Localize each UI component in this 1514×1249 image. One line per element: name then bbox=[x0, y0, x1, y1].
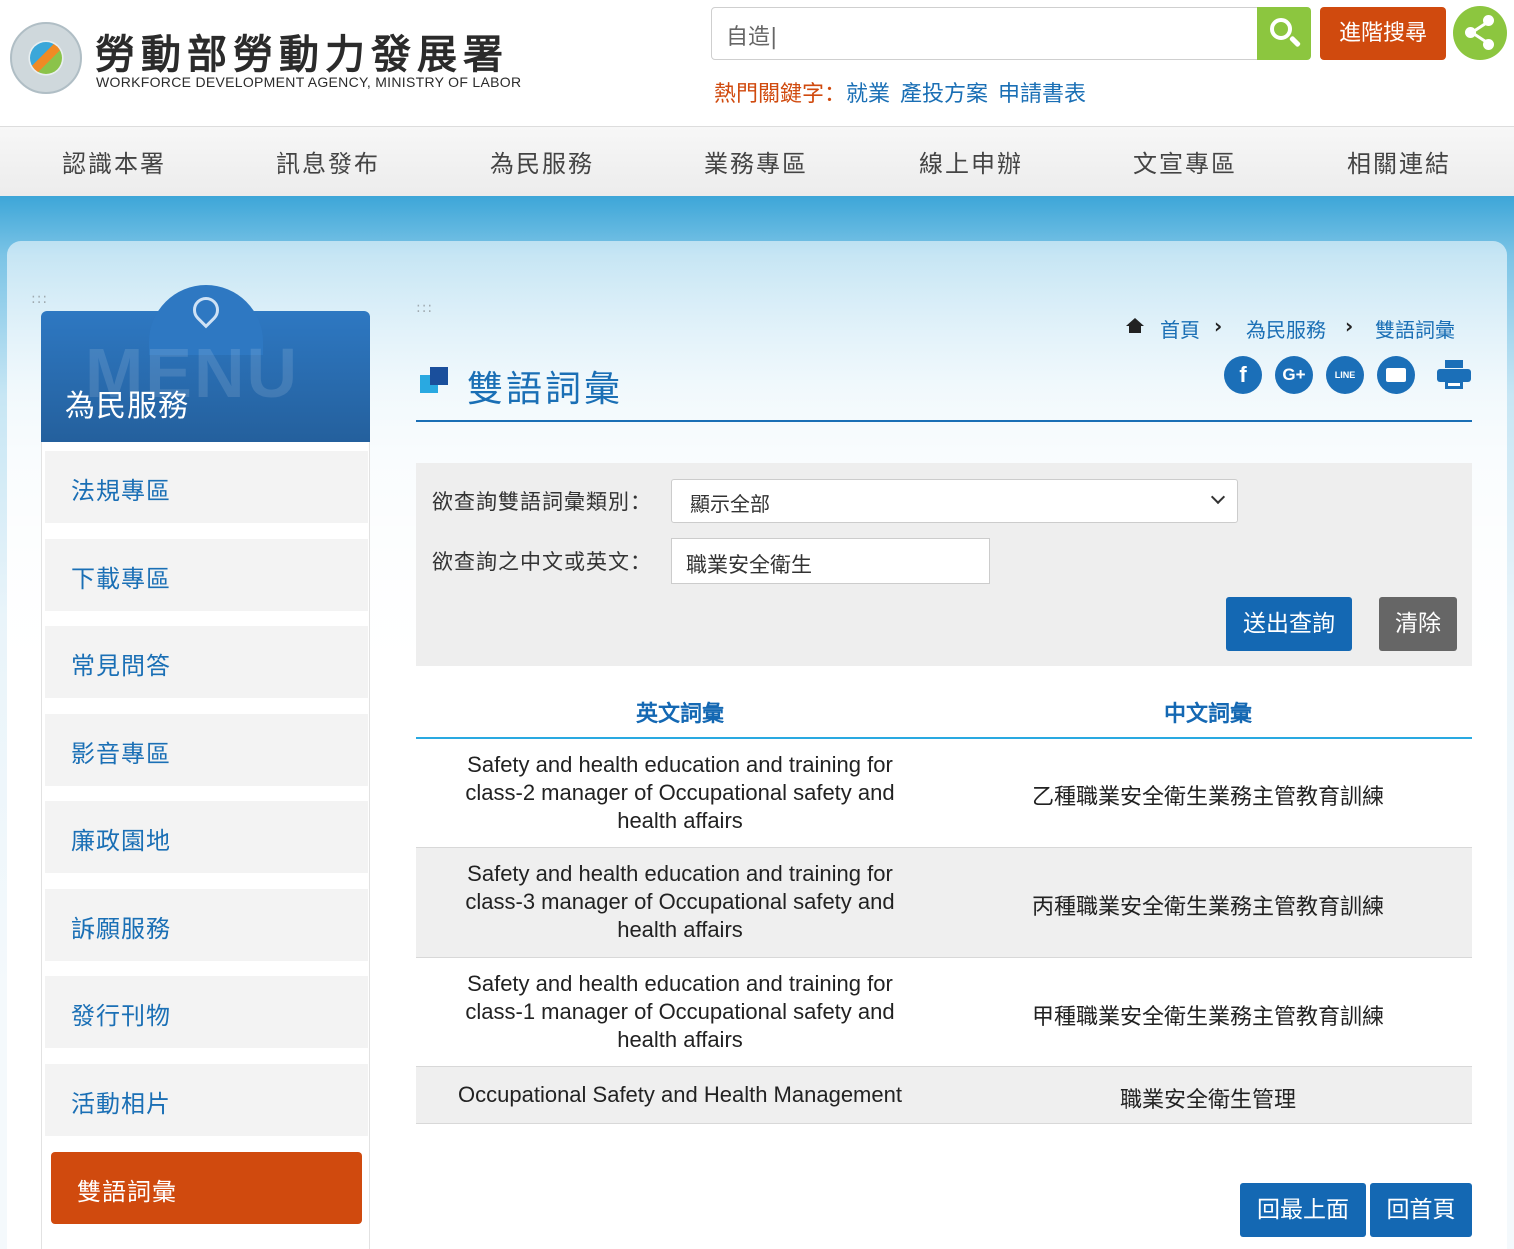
sidebar-item-media[interactable]: 影音專區 bbox=[45, 714, 368, 786]
clear-button[interactable]: 清除 bbox=[1379, 597, 1457, 651]
sidebar-title: 為民服務 bbox=[65, 389, 189, 424]
hot-keywords: 熱門關鍵字：就業 產投方案 申請書表 bbox=[714, 76, 1086, 108]
line-share-button[interactable]: LINE bbox=[1326, 356, 1364, 394]
email-share-button[interactable] bbox=[1377, 356, 1415, 394]
site-header: 勞動部勞動力發展署 WORKFORCE DEVELOPMENT AGENCY, … bbox=[0, 0, 1514, 126]
back-to-top-button[interactable]: 回最上面 bbox=[1240, 1183, 1366, 1237]
english-term-line: Safety and health education and training… bbox=[467, 861, 893, 886]
english-term-line: health affairs bbox=[617, 917, 743, 942]
sidebar-header: MENU 為民服務 bbox=[41, 285, 370, 442]
chevron-down-icon bbox=[1210, 489, 1226, 505]
envelope-icon bbox=[1386, 368, 1406, 382]
breadcrumb-current[interactable]: 雙語詞彙 bbox=[1375, 314, 1455, 343]
breadcrumb-separator: › bbox=[1214, 314, 1223, 338]
nav-item-links[interactable]: 相關連結 bbox=[1347, 144, 1451, 179]
nav-item-online-apply[interactable]: 線上申辦 bbox=[919, 144, 1023, 179]
category-label: 欲查詢雙語詞彙類別： bbox=[432, 490, 652, 514]
english-term-line: class-3 manager of Occupational safety a… bbox=[465, 889, 895, 914]
english-term-line: health affairs bbox=[617, 1027, 743, 1052]
sidebar-item-photos[interactable]: 活動相片 bbox=[45, 1064, 368, 1136]
english-term: Safety and health education and training… bbox=[416, 970, 944, 1054]
category-select[interactable]: 顯示全部 bbox=[671, 479, 1238, 523]
english-term-line: class-2 manager of Occupational safety a… bbox=[465, 780, 895, 805]
search-input[interactable]: 自造| bbox=[711, 7, 1259, 60]
breadcrumb-services[interactable]: 為民服務 bbox=[1246, 314, 1326, 343]
site-title[interactable]: 勞動部勞動力發展署 bbox=[95, 22, 509, 80]
chinese-term: 丙種職業安全衛生業務主管教育訓練 bbox=[1031, 895, 1384, 920]
table-row: Safety and health education and training… bbox=[416, 739, 1472, 848]
sidebar-menu: 法規專區 下載專區 常見問答 影音專區 廉政園地 訴願服務 發行刊物 活動相片 … bbox=[41, 442, 370, 1249]
sidebar-item-faq[interactable]: 常見問答 bbox=[45, 626, 368, 698]
nav-item-about[interactable]: 認識本署 bbox=[62, 144, 166, 179]
english-term: Safety and health education and training… bbox=[416, 860, 944, 944]
facebook-share-button[interactable]: f bbox=[1224, 356, 1262, 394]
english-term-line: class-1 manager of Occupational safety a… bbox=[465, 999, 895, 1024]
search-button[interactable] bbox=[1257, 7, 1311, 60]
breadcrumb-separator: › bbox=[1345, 314, 1354, 338]
hot-keyword-link[interactable]: 就業 bbox=[846, 82, 890, 107]
google-plus-icon: G+ bbox=[1282, 365, 1306, 384]
column-header-chinese: 中文詞彙 bbox=[1163, 702, 1252, 727]
english-term-line: Safety and health education and training… bbox=[467, 752, 893, 777]
column-header-english: 英文詞彙 bbox=[635, 702, 724, 727]
site-subtitle[interactable]: WORKFORCE DEVELOPMENT AGENCY, MINISTRY O… bbox=[96, 74, 521, 90]
sidebar-item-integrity[interactable]: 廉政園地 bbox=[45, 801, 368, 873]
title-squares-icon bbox=[420, 367, 448, 395]
english-term: Occupational Safety and Health Managemen… bbox=[416, 1081, 944, 1109]
nav-item-services[interactable]: 為民服務 bbox=[490, 144, 594, 179]
agency-seal-logo[interactable] bbox=[10, 22, 82, 94]
title-divider bbox=[416, 420, 1472, 422]
query-input[interactable]: 職業安全衛生 bbox=[671, 538, 990, 584]
nav-item-publicity[interactable]: 文宣專區 bbox=[1133, 144, 1237, 179]
table-row: Occupational Safety and Health Managemen… bbox=[416, 1067, 1472, 1124]
table-row: Safety and health education and training… bbox=[416, 958, 1472, 1067]
sidebar-item-appeals[interactable]: 訴願服務 bbox=[45, 889, 368, 961]
accesskey-dots[interactable]: ::: bbox=[416, 301, 433, 315]
advanced-search-button[interactable]: 進階搜尋 bbox=[1320, 7, 1446, 60]
english-term-line: Safety and health education and training… bbox=[467, 971, 893, 996]
hot-keywords-label: 熱門關鍵字： bbox=[714, 82, 847, 107]
line-icon: LINE bbox=[1334, 370, 1356, 380]
page-title: 雙語詞彙 bbox=[467, 369, 624, 410]
sidebar-item-downloads[interactable]: 下載專區 bbox=[45, 539, 368, 611]
chinese-term: 乙種職業安全衛生業務主管教育訓練 bbox=[1031, 785, 1384, 810]
print-button[interactable] bbox=[1437, 360, 1471, 390]
table-row: Safety and health education and training… bbox=[416, 848, 1472, 958]
main-nav: 認識本署 訊息發布 為民服務 業務專區 線上申辦 文宣專區 相關連結 bbox=[0, 126, 1514, 196]
english-term: Safety and health education and training… bbox=[416, 751, 944, 835]
breadcrumb-home[interactable]: 首頁 bbox=[1160, 314, 1200, 343]
nav-item-business[interactable]: 業務專區 bbox=[704, 144, 808, 179]
english-term-line: Occupational Safety and Health Managemen… bbox=[458, 1082, 902, 1107]
sidebar-item-regulations[interactable]: 法規專區 bbox=[45, 451, 368, 523]
google-plus-share-button[interactable]: G+ bbox=[1275, 356, 1313, 394]
sidebar-item-glossary[interactable]: 雙語詞彙 bbox=[51, 1152, 362, 1224]
query-label: 欲查詢之中文或英文： bbox=[432, 550, 652, 574]
english-term-line: health affairs bbox=[617, 808, 743, 833]
chinese-term: 職業安全衛生管理 bbox=[1119, 1088, 1296, 1113]
hot-keyword-link[interactable]: 產投方案 bbox=[900, 82, 988, 107]
sidebar-item-publications[interactable]: 發行刊物 bbox=[45, 976, 368, 1048]
home-icon[interactable] bbox=[1126, 318, 1144, 334]
back-home-button[interactable]: 回首頁 bbox=[1370, 1183, 1472, 1237]
nav-item-news[interactable]: 訊息發布 bbox=[276, 144, 380, 179]
share-button[interactable] bbox=[1453, 6, 1507, 60]
facebook-icon: f bbox=[1239, 362, 1247, 387]
category-select-value: 顯示全部 bbox=[690, 492, 770, 516]
hot-keyword-link[interactable]: 申請書表 bbox=[998, 82, 1086, 107]
chinese-term: 甲種職業安全衛生業務主管教育訓練 bbox=[1031, 1005, 1384, 1030]
submit-query-button[interactable]: 送出查詢 bbox=[1226, 597, 1352, 651]
